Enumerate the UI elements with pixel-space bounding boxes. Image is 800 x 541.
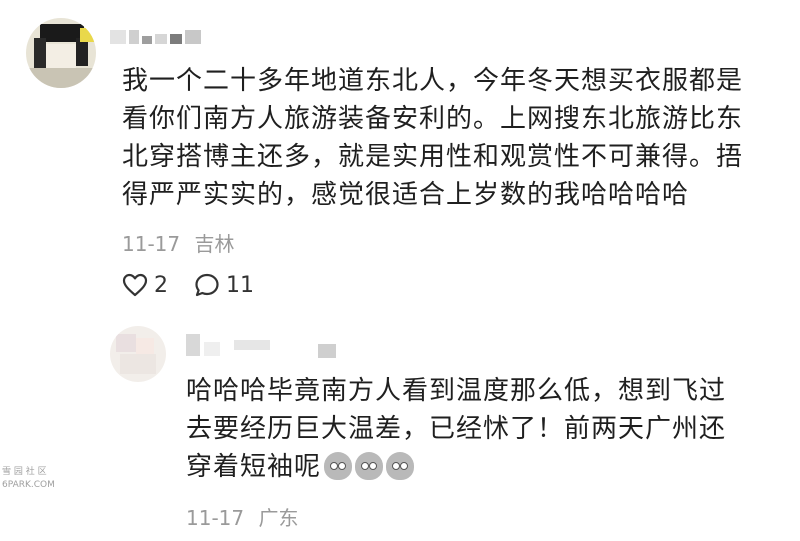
reply-text: 哈哈哈毕竟南方人看到温度那么低，想到飞过去要经历巨大温差，已经怵了！前两天广州还… (186, 372, 746, 486)
reply-count: 11 (226, 272, 254, 298)
watermark-line2: 6PARK.COM (2, 480, 55, 490)
heart-outline-icon (122, 273, 148, 297)
reply-meta: 11-17 广东 (186, 502, 298, 531)
sweat-face-emoji-icon (386, 452, 415, 480)
reply-date: 11-17 (186, 506, 245, 530)
watermark-line1: 雪 园 社 区 (2, 467, 47, 477)
replier-username-mosaic[interactable] (186, 332, 336, 358)
reply-location: 广东 (258, 506, 299, 530)
comment-text: 我一个二十多年地道东北人，今年冬天想买衣服都是看你们南方人旅游装备安利的。上网搜… (122, 66, 744, 210)
comment-date: 11-17 (122, 232, 181, 256)
comment-actions: 2 11 (122, 272, 280, 298)
watermark: 雪 园 社 区 6PARK.COM (2, 466, 55, 492)
reply-button[interactable]: 11 (194, 272, 254, 298)
replier-avatar[interactable] (110, 326, 166, 382)
like-button[interactable]: 2 (122, 273, 168, 298)
sweat-face-emoji-icon (355, 452, 384, 480)
commenter-username-mosaic[interactable] (110, 30, 201, 44)
reply-text-body: 哈哈哈毕竟南方人看到温度那么低，想到飞过去要经历巨大温差，已经怵了！前两天广州还… (186, 376, 727, 482)
sweat-face-emoji-icon (324, 452, 353, 480)
speech-bubble-icon (195, 273, 219, 297)
commenter-avatar[interactable] (26, 18, 96, 88)
like-count: 2 (154, 272, 168, 298)
comment-location: 吉林 (194, 232, 235, 256)
comment-meta: 11-17 吉林 (122, 228, 234, 257)
